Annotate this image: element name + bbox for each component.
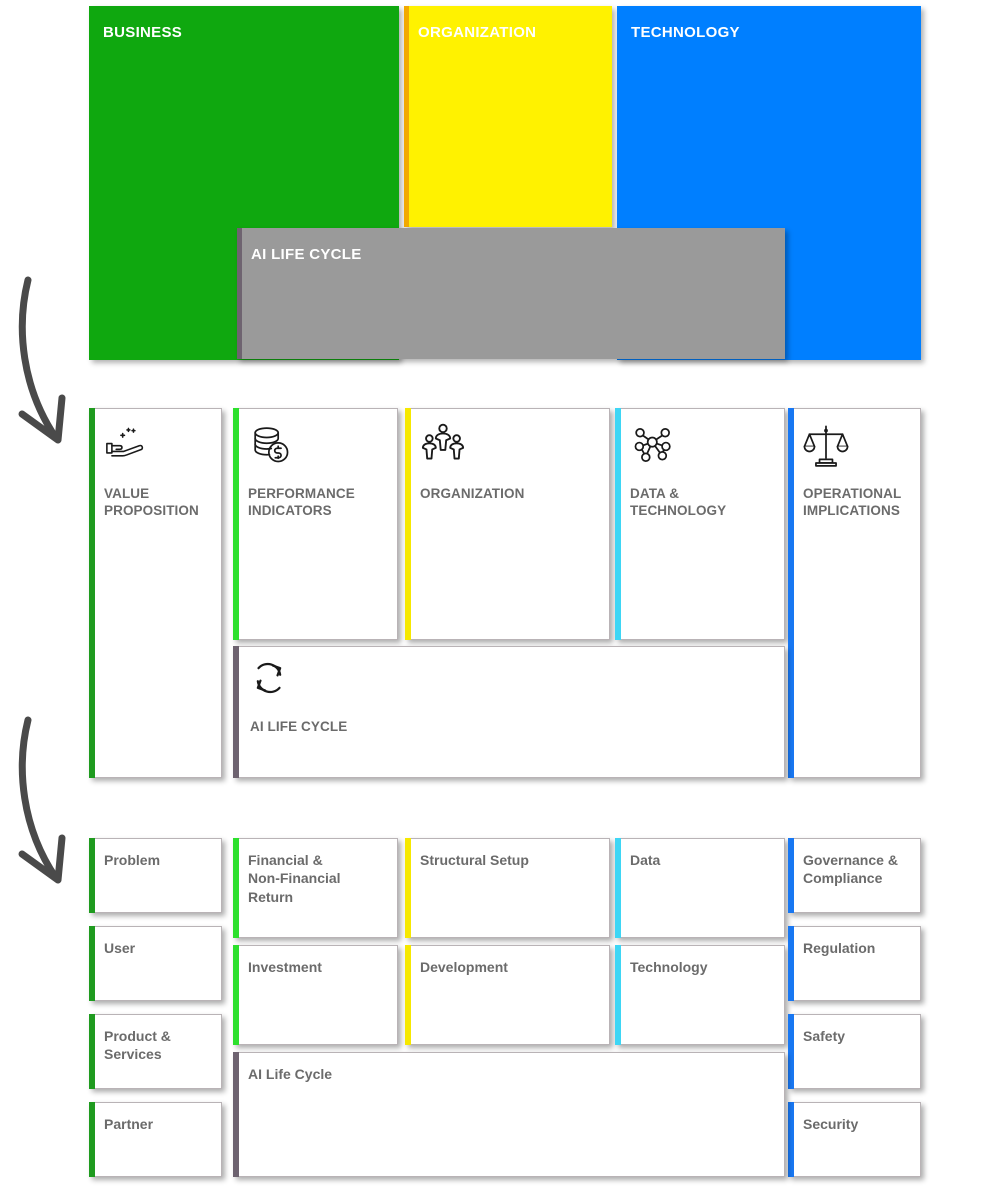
tier2-card-stripe — [405, 408, 411, 640]
tier3-card[interactable]: Safety — [788, 1014, 921, 1089]
tier2-card-performance-indicators[interactable]: PERFORMANCE INDICATORS — [233, 408, 398, 640]
tier2-card-operational-implications[interactable]: OPERATIONAL IMPLICATIONS — [788, 408, 921, 778]
tier1-block-label: ORGANIZATION — [418, 24, 537, 41]
flow-arrow-top-icon — [18, 276, 66, 444]
tier2-card-label: VALUE PROPOSITION — [104, 486, 199, 519]
tier3-card[interactable]: User — [89, 926, 222, 1001]
tier3-card-stripe — [233, 945, 239, 1045]
tier3-card[interactable]: Development — [405, 945, 610, 1045]
tier2-card-stripe — [615, 408, 621, 640]
tier3-card-label: Problem — [104, 852, 161, 868]
tier3-card[interactable]: Product & Services — [89, 1014, 222, 1089]
tier1-block-label: TECHNOLOGY — [631, 24, 740, 41]
tier3-card-label: AI Life Cycle — [248, 1066, 333, 1082]
tier2-card-label: ORGANIZATION — [420, 486, 525, 501]
tier2-card-organization[interactable]: ORGANIZATION — [405, 408, 610, 640]
tier3-card-stripe — [615, 838, 621, 938]
people-group-icon — [420, 422, 466, 468]
tier2-card-stripe — [89, 408, 95, 778]
diagram-canvas: BUSINESS ORGANIZATION TECHNOLOGY AI LIFE CY… — [0, 0, 1000, 1189]
tier2-card-value-proposition[interactable]: VALUE PROPOSITION — [89, 408, 222, 778]
tier3-card-stripe — [405, 945, 411, 1045]
tier3-card-stripe — [233, 838, 239, 938]
balance-scale-icon — [803, 422, 849, 468]
tier2-card-ai-life-cycle[interactable]: AI LIFE CYCLE — [233, 646, 785, 778]
tier3-card[interactable]: Problem — [89, 838, 222, 913]
tier3-card[interactable]: Partner — [89, 1102, 222, 1177]
tier3-card-label: Safety — [803, 1028, 846, 1044]
tier3-card[interactable]: Governance & Compliance — [788, 838, 921, 913]
tier3-card-stripe — [788, 926, 794, 1001]
tier3-card-stripe — [89, 1014, 95, 1089]
tier3-card-stripe — [788, 1102, 794, 1177]
tier3-card-label: Product & Services — [104, 1028, 171, 1063]
tier1-block-ai-life-cycle: AI LIFE CYCLE — [237, 228, 785, 359]
tier3-card-label: Investment — [248, 959, 322, 975]
tier3-card-label: Development — [420, 959, 508, 975]
tier2-card-label: AI LIFE CYCLE — [250, 719, 348, 734]
tier1-accent-stripe — [404, 6, 409, 227]
tier3-card[interactable]: Investment — [233, 945, 398, 1045]
tier3-card-label: Security — [803, 1116, 859, 1132]
tier2-card-label: DATA & TECHNOLOGY — [630, 486, 727, 519]
tier3-card-label: Data — [630, 852, 661, 868]
tier1-block-organization: ORGANIZATION — [404, 6, 612, 227]
tier3-card[interactable]: Data — [615, 838, 785, 938]
tier3-card-label: Governance & Compliance — [803, 852, 898, 887]
tier1-accent-stripe — [237, 228, 242, 359]
tier3-card-label: Technology — [630, 959, 708, 975]
tier3-card-label: User — [104, 940, 136, 956]
tier3-card[interactable]: Security — [788, 1102, 921, 1177]
tier2-card-stripe — [233, 408, 239, 640]
refresh-cycle-icon — [248, 657, 290, 699]
tier3-card-label: Structural Setup — [420, 852, 529, 868]
hand-sparkle-icon — [104, 422, 150, 468]
tier2-card-stripe — [233, 646, 239, 778]
tier3-card-stripe — [788, 1014, 794, 1089]
tier3-card-ai-life-cycle[interactable]: AI Life Cycle — [233, 1052, 785, 1177]
tier3-card-stripe — [89, 926, 95, 1001]
tier3-card-label: Regulation — [803, 940, 876, 956]
tier3-card-stripe — [788, 838, 794, 913]
tier3-card-stripe — [405, 838, 411, 938]
tier2-card-stripe — [788, 408, 794, 778]
tier3-card-stripe — [615, 945, 621, 1045]
tier3-card[interactable]: Regulation — [788, 926, 921, 1001]
tier3-card-stripe — [233, 1052, 239, 1177]
tier3-card-stripe — [89, 1102, 95, 1177]
tier3-card-stripe — [89, 838, 95, 913]
tier2-card-label: PERFORMANCE INDICATORS — [248, 486, 355, 519]
tier2-card-data-technology[interactable]: DATA & TECHNOLOGY — [615, 408, 785, 640]
tier1-block-label: BUSINESS — [103, 24, 183, 41]
tier1-block-label: AI LIFE CYCLE — [251, 246, 362, 263]
flow-arrow-bottom-icon — [18, 716, 66, 884]
tier3-card[interactable]: Technology — [615, 945, 785, 1045]
network-nodes-icon — [630, 422, 676, 468]
tier3-card[interactable]: Structural Setup — [405, 838, 610, 938]
tier3-card-label: Financial & Non-Financial Return — [248, 852, 341, 905]
tier2-card-label: OPERATIONAL IMPLICATIONS — [803, 486, 902, 519]
tier3-card[interactable]: Financial & Non-Financial Return — [233, 838, 398, 938]
coin-stack-icon — [248, 422, 294, 468]
tier3-card-label: Partner — [104, 1116, 154, 1132]
